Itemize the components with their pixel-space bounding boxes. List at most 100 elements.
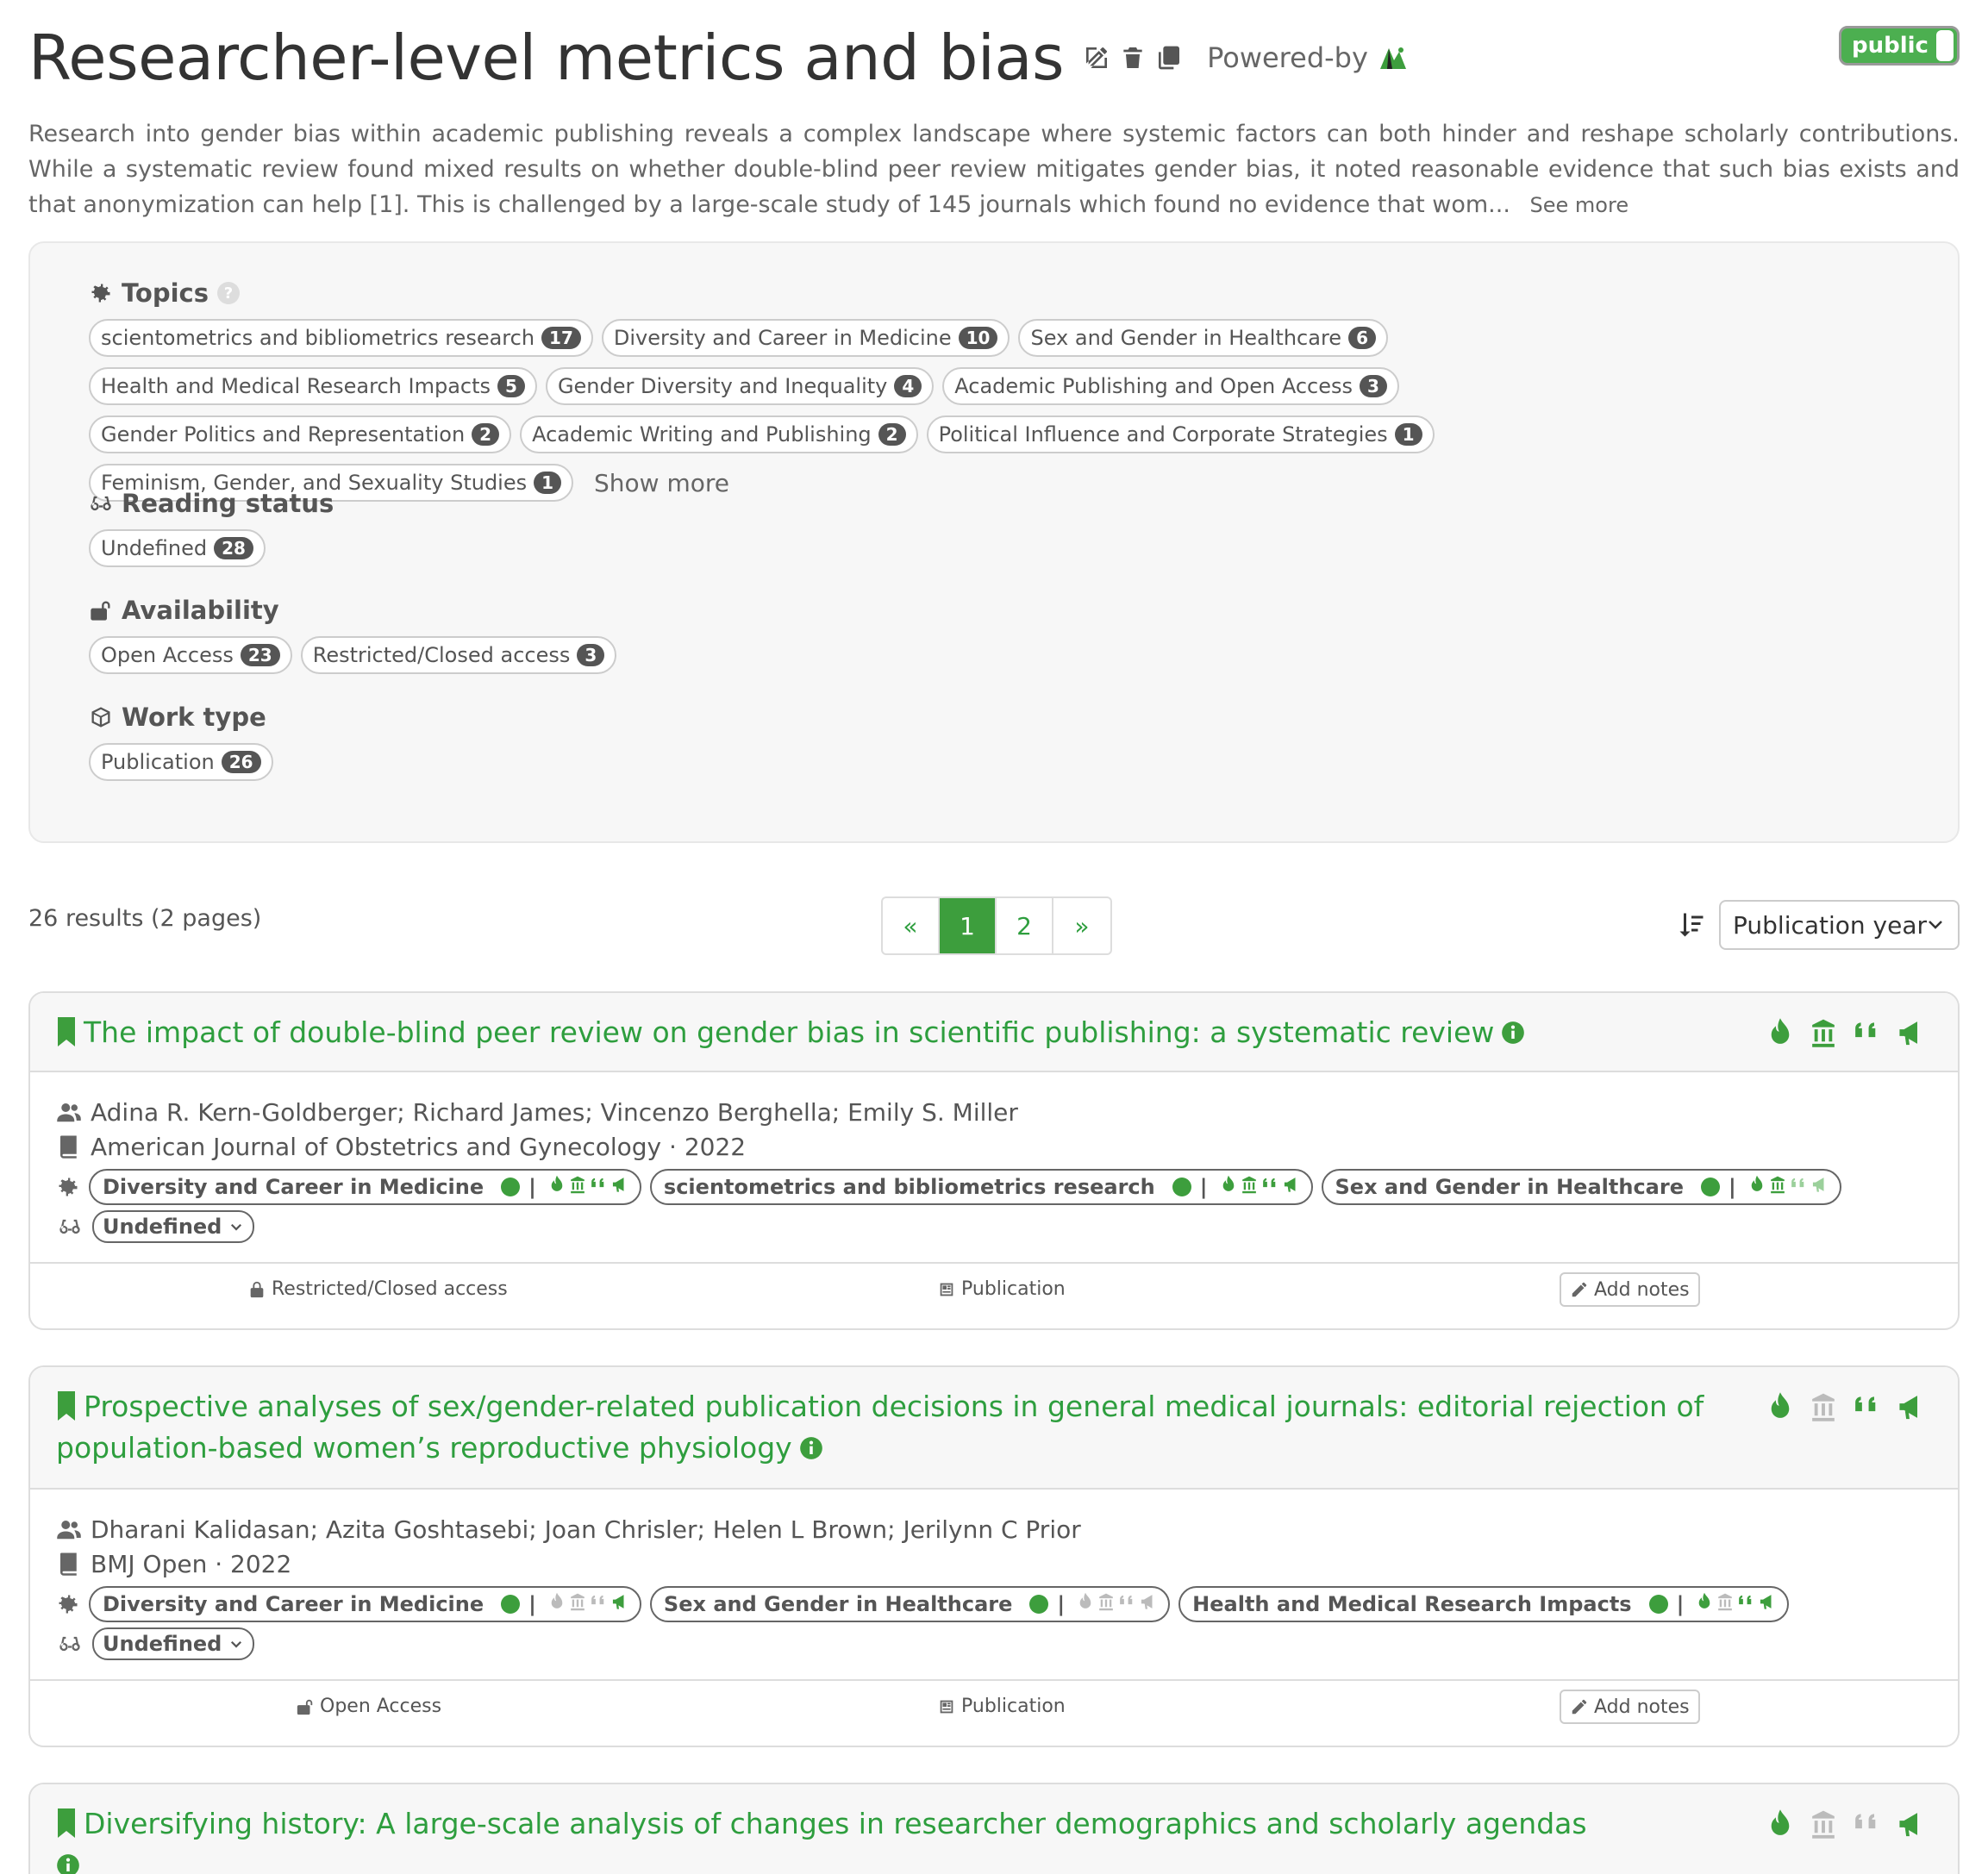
topic-metrics xyxy=(1745,1175,1828,1199)
topic-chip[interactable]: Diversity and Career in Medicine 10 xyxy=(601,319,1010,357)
work-type-chip[interactable]: Publication 26 xyxy=(89,743,273,781)
paper-topic-chip[interactable]: Diversity and Career in Medicine | xyxy=(89,1169,641,1205)
status-dot xyxy=(1029,1595,1049,1614)
availability-heading: Availability xyxy=(122,596,279,625)
paper-card: Diversifying history: A large-scale anal… xyxy=(28,1783,1960,1874)
quote-icon xyxy=(1791,1177,1804,1188)
paper-topic-chip[interactable]: Sex and Gender in Healthcare | xyxy=(649,1586,1171,1622)
fire-icon xyxy=(1771,1392,1790,1418)
card-footer: Restricted/Closed access Publication Add… xyxy=(30,1262,1958,1317)
see-more-link[interactable]: See more xyxy=(1530,193,1629,217)
paper-title-link[interactable]: Diversifying history: A large-scale anal… xyxy=(56,1803,1785,1874)
add-notes-label: Add notes xyxy=(1594,1696,1690,1718)
count-badge: 5 xyxy=(497,375,525,397)
quote-icon xyxy=(1262,1177,1275,1188)
megaphone-icon xyxy=(1899,1813,1917,1837)
reading-status-dropdown[interactable]: Undefined xyxy=(92,1627,255,1660)
paper-topics: Diversity and Career in Medicine | Sex an… xyxy=(56,1586,1932,1622)
access-status: Restricted/Closed access xyxy=(247,1278,508,1300)
paper-topic-chip[interactable]: Diversity and Career in Medicine | xyxy=(89,1586,641,1622)
help-icon[interactable]: ? xyxy=(217,282,241,304)
separator: | xyxy=(1676,1592,1685,1616)
venue-row: BMJ Open · 2022 xyxy=(56,1546,1932,1581)
gear-icon xyxy=(59,1595,78,1614)
topic-chip[interactable]: Academic Publishing and Open Access 3 xyxy=(942,367,1399,405)
trash-icon[interactable] xyxy=(1119,44,1147,72)
fire-icon xyxy=(551,1592,563,1609)
bookmark-icon[interactable] xyxy=(56,1808,77,1838)
megaphone-icon xyxy=(1760,1595,1772,1609)
availability-chip[interactable]: Open Access 23 xyxy=(89,636,292,674)
count-badge: 3 xyxy=(1360,375,1387,397)
bookmark-icon[interactable] xyxy=(56,1391,77,1421)
megaphone-icon xyxy=(612,1595,624,1609)
chip-label: Gender Diversity and Inequality xyxy=(557,374,888,398)
count-badge: 2 xyxy=(878,423,906,446)
info-icon[interactable] xyxy=(799,1436,823,1460)
chip-label: Political Influence and Corporate Strate… xyxy=(938,422,1388,447)
edit-icon xyxy=(1572,1282,1587,1297)
topic-label: Sex and Gender in Healthcare xyxy=(663,1592,1013,1616)
next-page-button[interactable]: » xyxy=(1053,898,1110,953)
separator: | xyxy=(528,1175,536,1199)
newspaper-icon xyxy=(940,1700,953,1713)
status-dot xyxy=(1648,1595,1668,1614)
copy-icon[interactable] xyxy=(1155,44,1183,72)
paper-title-link[interactable]: The impact of double-blind peer review o… xyxy=(56,1012,1785,1053)
paper-card: The impact of double-blind peer review o… xyxy=(28,991,1960,1330)
powered-by-label: Powered-by xyxy=(1207,41,1368,74)
topic-chip[interactable]: Sex and Gender in Healthcare 6 xyxy=(1018,319,1388,357)
reading-status-value: Undefined xyxy=(103,1215,222,1239)
topic-chip[interactable]: Academic Writing and Publishing 2 xyxy=(520,415,918,453)
users-icon xyxy=(57,1103,81,1122)
topic-chip[interactable]: scientometrics and bibliometrics researc… xyxy=(89,319,593,357)
quote-icon xyxy=(1739,1595,1752,1605)
edit-icon[interactable] xyxy=(1083,44,1110,72)
add-notes-button[interactable]: Add notes xyxy=(1560,1690,1700,1724)
work-type-filter: Work type Publication 26 xyxy=(89,700,1899,781)
reading-status-row: Undefined xyxy=(56,1210,1932,1243)
book-icon xyxy=(60,1135,77,1159)
users-icon xyxy=(57,1521,81,1540)
glasses-icon xyxy=(91,496,111,511)
sort-select[interactable]: Publication year xyxy=(1719,900,1960,950)
chip-label: Publication xyxy=(101,750,215,774)
paper-topic-chip[interactable]: Sex and Gender in Healthcare | xyxy=(1321,1169,1841,1205)
chevron-down-icon xyxy=(231,1223,242,1231)
chip-label: Diversity and Career in Medicine xyxy=(613,326,952,350)
info-icon[interactable] xyxy=(1501,1021,1525,1045)
topic-chip[interactable]: Political Influence and Corporate Strate… xyxy=(926,415,1435,453)
visibility-toggle[interactable]: public xyxy=(1839,26,1960,66)
topic-chip[interactable]: Gender Diversity and Inequality 4 xyxy=(545,367,935,405)
book-icon xyxy=(60,1552,77,1576)
newspaper-icon xyxy=(940,1283,953,1296)
card-footer: Open Access Publication Add notes xyxy=(30,1679,1958,1734)
paper-topic-chip[interactable]: Health and Medical Research Impacts | xyxy=(1178,1586,1790,1622)
reading-status-chip[interactable]: Undefined 28 xyxy=(89,529,266,567)
authors-row: Dharani Kalidasan; Azita Goshtasebi; Joa… xyxy=(56,1512,1932,1546)
topic-label: Health and Medical Research Impacts xyxy=(1192,1592,1632,1616)
availability-chip[interactable]: Restricted/Closed access 3 xyxy=(300,636,617,674)
info-icon[interactable] xyxy=(56,1853,80,1874)
venue: American Journal of Obstetrics and Gynec… xyxy=(91,1132,747,1161)
page-button-1[interactable]: 1 xyxy=(940,898,997,953)
reading-status-dropdown[interactable]: Undefined xyxy=(92,1210,255,1243)
status-dot xyxy=(1700,1177,1720,1196)
institution-icon xyxy=(571,1176,585,1194)
institution-icon xyxy=(1099,1593,1114,1611)
bookmark-icon[interactable] xyxy=(56,1017,77,1046)
reading-status-filter: Reading status Undefined 28 xyxy=(89,486,1899,567)
filter-panel: Topics ? scientometrics and bibliometric… xyxy=(28,241,1960,843)
sort-desc-icon[interactable] xyxy=(1676,909,1707,940)
status-dot xyxy=(501,1595,521,1614)
box-icon xyxy=(91,707,110,728)
add-notes-button[interactable]: Add notes xyxy=(1560,1272,1700,1307)
topic-chip[interactable]: Gender Politics and Representation 2 xyxy=(89,415,512,453)
page-button-2[interactable]: 2 xyxy=(997,898,1053,953)
paper-topic-chip[interactable]: scientometrics and bibliometrics researc… xyxy=(649,1169,1313,1205)
add-notes-label: Add notes xyxy=(1594,1278,1690,1301)
chip-label: Sex and Gender in Healthcare xyxy=(1030,326,1342,350)
prev-page-button[interactable]: « xyxy=(883,898,940,953)
topic-chip[interactable]: Health and Medical Research Impacts 5 xyxy=(89,367,537,405)
paper-title-link[interactable]: Prospective analyses of sex/gender-relat… xyxy=(56,1386,1785,1469)
